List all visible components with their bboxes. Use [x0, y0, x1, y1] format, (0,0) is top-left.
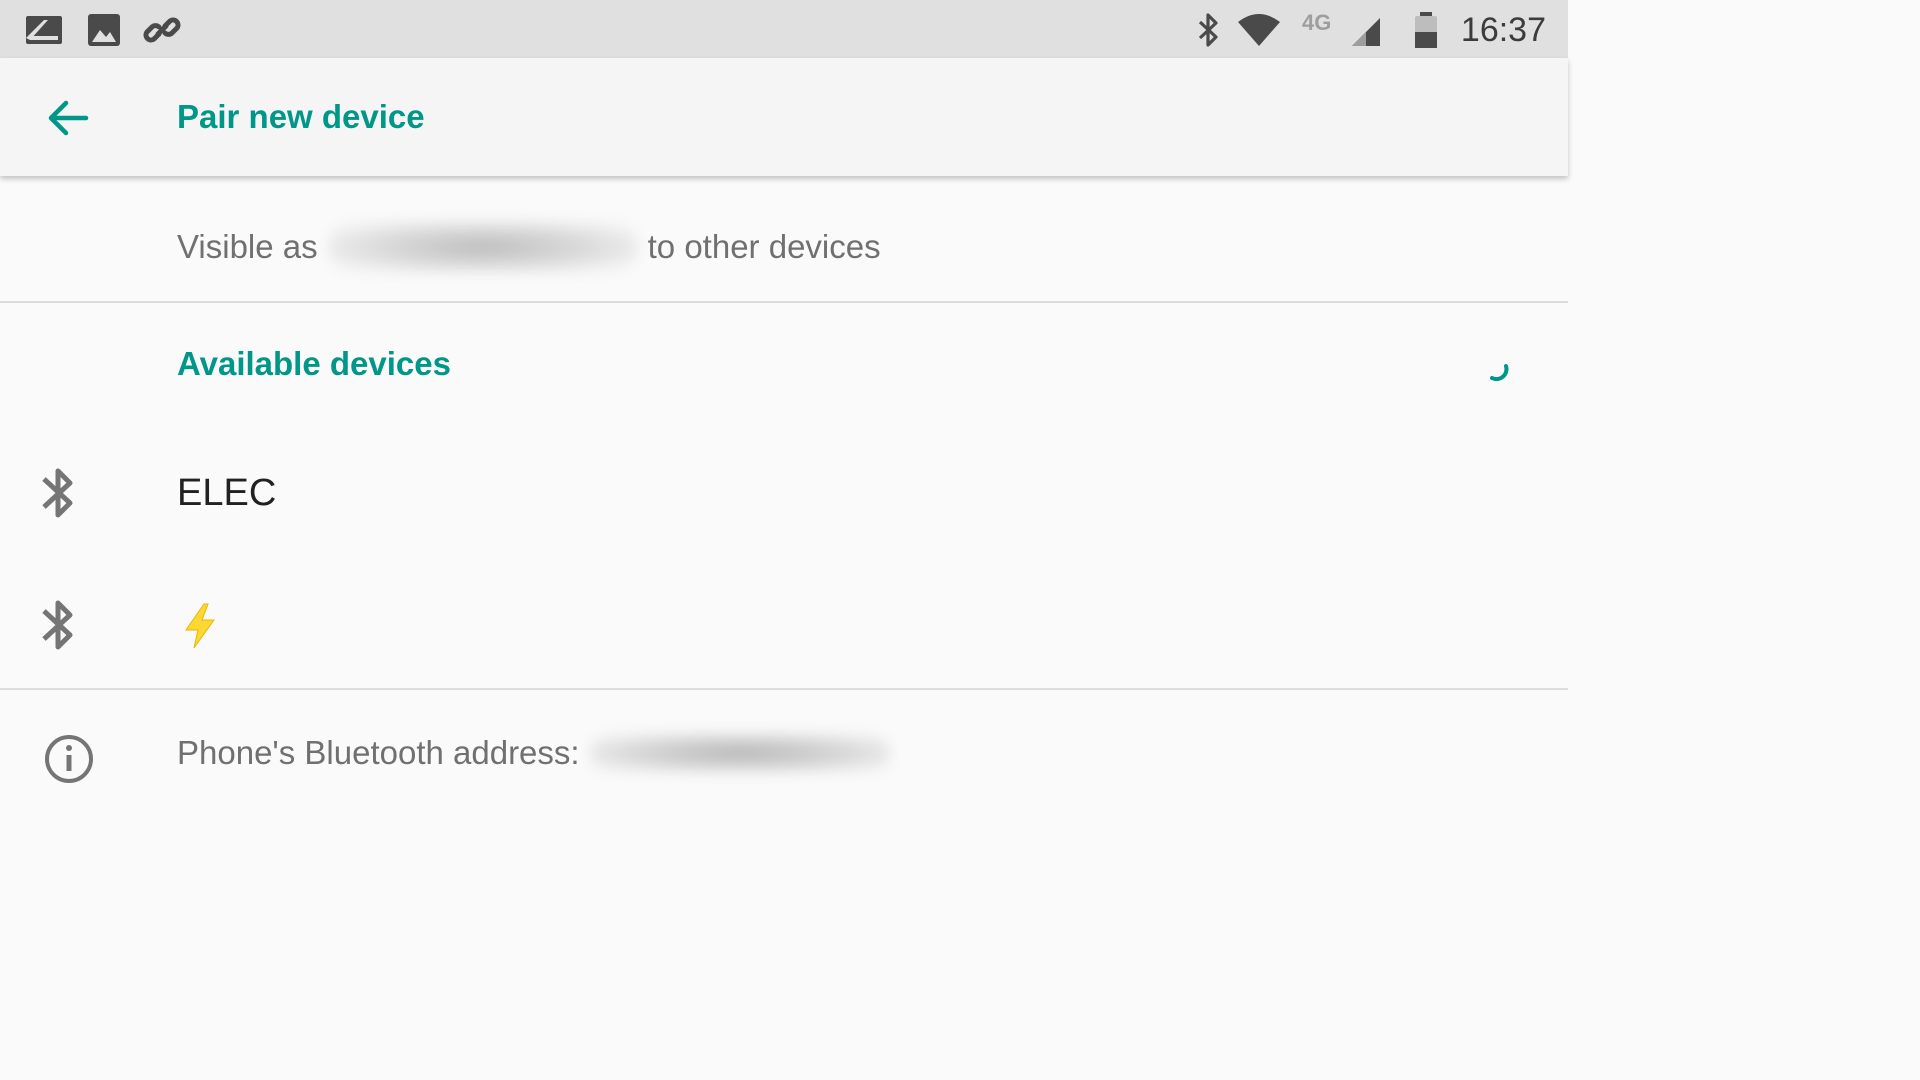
redacted-address — [589, 733, 890, 773]
divider — [0, 688, 1568, 690]
bluetooth-address: Phone's Bluetooth address: — [177, 733, 890, 773]
visibility-suffix: to other devices — [647, 228, 881, 265]
device-name: ELEC — [177, 472, 277, 514]
device-row-unnamed[interactable] — [0, 558, 1568, 688]
status-bar: 4G 16:37 — [0, 0, 1568, 58]
wifi-icon — [1238, 14, 1280, 46]
battery-icon — [1415, 12, 1437, 48]
notification-icon — [26, 16, 62, 44]
link-icon — [143, 17, 181, 43]
visibility-text: Visible as to other devices — [177, 221, 881, 273]
bluetooth-icon — [1198, 13, 1218, 47]
app-bar: Pair new device — [0, 58, 1568, 176]
info-icon — [45, 735, 93, 783]
status-time: 16:37 — [1460, 11, 1546, 49]
redacted-device-name — [327, 221, 638, 273]
progress-spinner — [1490, 364, 1509, 382]
arrow-back-icon[interactable] — [40, 90, 96, 146]
bluetooth-icon — [42, 468, 73, 518]
device-row-elec[interactable]: ELEC — [0, 428, 1568, 558]
lightning-bolt-icon — [185, 603, 215, 649]
signal-icon — [1352, 18, 1380, 46]
visibility-row: Visible as to other devices — [0, 176, 1568, 303]
bluetooth-icon — [42, 600, 73, 650]
page-title: Pair new device — [177, 98, 425, 135]
available-devices-header: Available devices — [177, 345, 451, 382]
image-icon — [88, 14, 120, 46]
address-label: Phone's Bluetooth address: — [177, 734, 580, 771]
network-type: 4G — [1302, 10, 1332, 35]
visibility-prefix: Visible as — [177, 228, 318, 265]
